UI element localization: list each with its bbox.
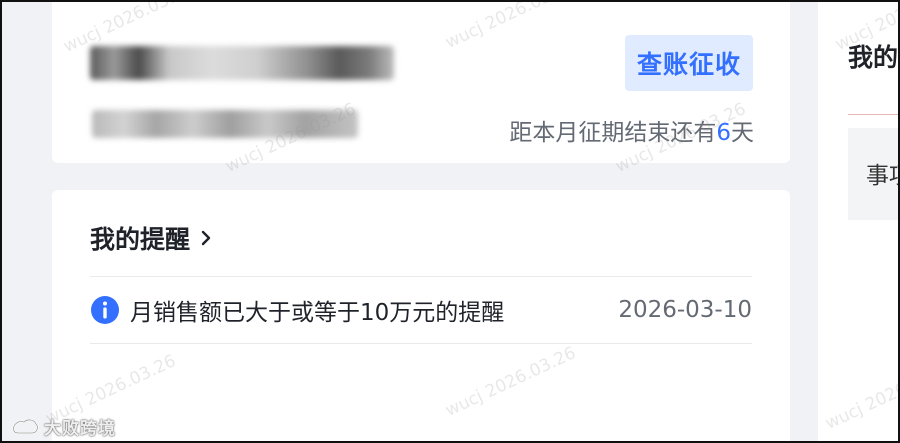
logo-text: 大败跨境 bbox=[44, 419, 116, 439]
right-card-title: 我的 bbox=[848, 43, 899, 72]
countdown-prefix: 距本月征期结束还有 bbox=[509, 120, 717, 146]
logo: 大败跨境 bbox=[10, 414, 116, 439]
right-side-card: 我的 事项 bbox=[818, 0, 900, 443]
reminders-card: 我的提醒 月销售额已大于或等于10万元的提醒 2026-03-10 bbox=[52, 190, 790, 443]
reminder-item[interactable]: 月销售额已大于或等于10万元的提醒 2026-03-10 bbox=[90, 285, 752, 335]
redacted-company-name bbox=[90, 46, 394, 80]
countdown-suffix: 天 bbox=[731, 120, 754, 146]
redacted-tax-id bbox=[92, 110, 358, 138]
chevron-right-icon bbox=[200, 229, 212, 247]
reminders-title: 我的提醒 bbox=[90, 225, 191, 254]
info-icon bbox=[91, 296, 119, 324]
right-card-item-text: 事项 bbox=[866, 163, 900, 189]
collection-type-button[interactable]: 查账征收 bbox=[625, 35, 753, 91]
logo-icon bbox=[12, 418, 39, 434]
reminder-item-text: 月销售额已大于或等于10万元的提醒 bbox=[130, 300, 505, 326]
reminder-item-date: 2026-03-10 bbox=[618, 297, 752, 323]
countdown-days: 6 bbox=[716, 120, 731, 146]
filing-deadline-countdown: 距本月征期结束还有6天 bbox=[509, 113, 754, 147]
divider bbox=[848, 114, 900, 115]
account-card: 查账征收 距本月征期结束还有6天 bbox=[52, 0, 790, 163]
divider bbox=[90, 276, 752, 277]
right-card-item[interactable]: 事项 bbox=[848, 128, 900, 220]
divider bbox=[90, 343, 752, 344]
reminders-header-link[interactable]: 我的提醒 bbox=[90, 220, 212, 256]
